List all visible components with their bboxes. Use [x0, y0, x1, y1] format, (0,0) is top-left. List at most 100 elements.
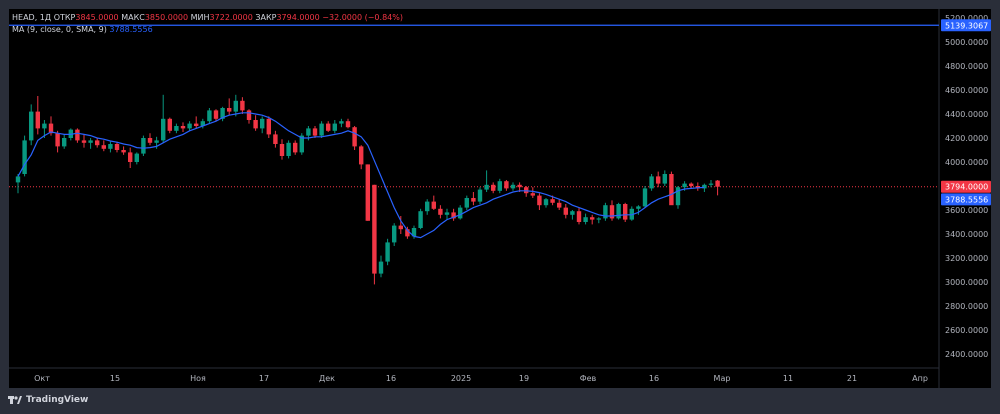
candle [497, 178, 502, 194]
candle [293, 140, 298, 155]
time-tick-label: Апр [912, 374, 928, 383]
candle-body [662, 174, 667, 184]
candle [108, 141, 113, 153]
candle-body [306, 128, 311, 136]
candle [471, 192, 476, 206]
candle [35, 96, 40, 135]
candle-body [497, 181, 502, 191]
legend-close-label: ЗАКР [255, 13, 277, 22]
candle-body [134, 153, 139, 162]
legend-open-label: ОТКР [53, 13, 76, 22]
candle-body [385, 242, 390, 262]
candle [81, 134, 87, 148]
candle [669, 171, 674, 206]
candle [161, 94, 166, 143]
candle [101, 140, 106, 152]
legend-open-value: 3845.0000 [75, 13, 119, 22]
candle-body [154, 140, 159, 143]
candle-body [207, 110, 212, 122]
price-tick-label: 2400.0000 [945, 350, 988, 359]
time-tick-label: 19 [519, 374, 529, 383]
candlestick-chart[interactable]: 5200.00005000.00004800.00004600.00004400… [9, 9, 991, 388]
candle-body [649, 176, 654, 189]
candle [458, 205, 463, 220]
candle [715, 180, 720, 196]
candle [134, 152, 139, 165]
candle [279, 139, 285, 160]
candle [438, 205, 443, 219]
legend-ohlc-row: HEAD, 1Д ОТКР3845.0000 МАКС3850.0000 МИН… [12, 12, 403, 24]
candle-body [708, 183, 714, 185]
candle [121, 146, 126, 155]
candle-body [636, 206, 641, 209]
candle-body [563, 207, 568, 215]
candle [266, 116, 271, 138]
candle-body [279, 144, 285, 156]
candle [365, 164, 370, 221]
legend-ma-label[interactable]: MA (9, close, 0, SMA, 9) [12, 25, 107, 34]
candle [95, 138, 100, 148]
candle [563, 204, 568, 219]
candle [504, 180, 509, 191]
candle-body [141, 138, 146, 154]
candle [319, 121, 324, 138]
time-tick-label: Фев [580, 374, 597, 383]
candle [596, 217, 601, 224]
candle [510, 182, 516, 191]
candle-body [669, 174, 674, 206]
candle [583, 213, 588, 225]
candle [128, 147, 133, 168]
candle [530, 187, 535, 198]
candle-body [75, 129, 80, 141]
time-tick-label: 17 [259, 374, 269, 383]
candle-body [319, 123, 324, 136]
candle-body [101, 145, 106, 149]
time-tick-label: Мар [714, 374, 731, 383]
candle-body [682, 183, 687, 188]
candle-body [444, 212, 450, 215]
candle [240, 97, 245, 114]
candle [649, 174, 654, 191]
legend-close-value: 3794.0000 [276, 13, 320, 22]
candle [662, 170, 667, 186]
price-tick-label: 4800.0000 [945, 62, 988, 71]
candle [642, 186, 648, 208]
tradingview-logo[interactable]: TradingView [8, 395, 88, 405]
candle-body [570, 211, 575, 215]
candle-body [233, 100, 238, 112]
price-tick-label: 3200.0000 [945, 254, 988, 263]
candle-body [576, 211, 582, 222]
time-tick-label: Ноя [190, 374, 206, 383]
candle-body [359, 146, 364, 165]
candle [345, 118, 351, 129]
candle-body [583, 217, 588, 222]
price-tick-label: 3600.0000 [945, 206, 988, 215]
candle [378, 255, 384, 278]
candle-body [167, 118, 172, 131]
candle [326, 121, 331, 132]
price-tick-label: 4000.0000 [945, 158, 988, 167]
candle-body [431, 201, 436, 209]
candle [174, 123, 179, 134]
candle-body [108, 144, 113, 149]
candle [464, 195, 469, 210]
candle-body [557, 202, 562, 208]
time-tick-label: Дек [319, 374, 335, 383]
candle-body [213, 110, 219, 119]
candle [75, 128, 80, 143]
candle-body [194, 123, 199, 126]
candle-body [345, 121, 351, 128]
candle [299, 133, 304, 155]
candle [141, 135, 146, 156]
candle [359, 145, 364, 170]
candle-body [42, 123, 47, 129]
candle-body [240, 100, 245, 111]
candle-body [438, 208, 443, 215]
legend-symbol[interactable]: HEAD, 1Д [12, 13, 51, 22]
candle-body [29, 111, 34, 141]
candle-body [484, 184, 489, 190]
chart-window: 5200.0000 5000.0000 4800.0000 4600.0000 4400… [0, 0, 1000, 414]
candle [273, 130, 278, 148]
price-tick-label: 4200.0000 [945, 134, 988, 143]
chart-area[interactable]: 5200.0000 5000.0000 4800.0000 4600.0000 4400… [9, 9, 991, 388]
